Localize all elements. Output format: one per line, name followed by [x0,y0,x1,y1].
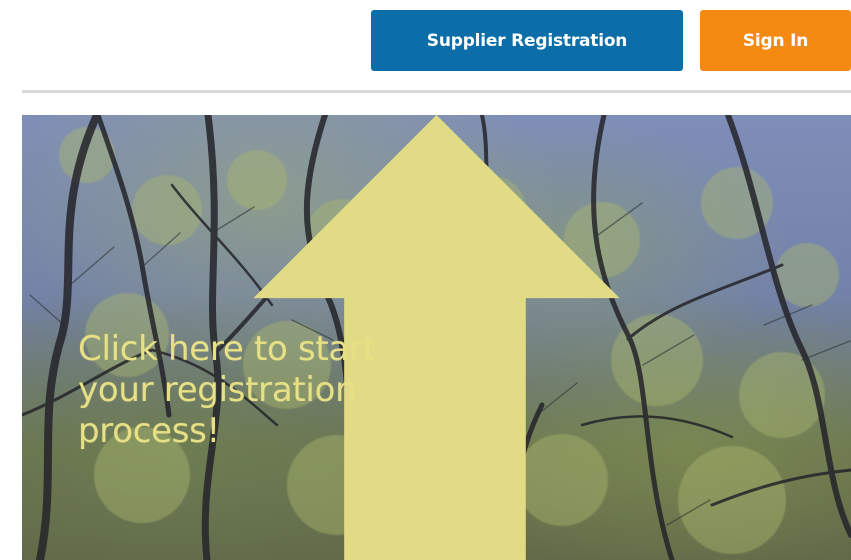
supplier-registration-button[interactable]: Supplier Registration [371,10,683,71]
page: Supplier Registration Sign In Click here… [0,0,851,560]
sign-in-button[interactable]: Sign In [700,10,851,71]
header-divider [22,90,851,93]
header: Supplier Registration Sign In [0,0,851,93]
hero-image: Click here to start your registration pr… [22,115,851,560]
registration-instruction-text: Click here to start your registration pr… [78,329,376,451]
